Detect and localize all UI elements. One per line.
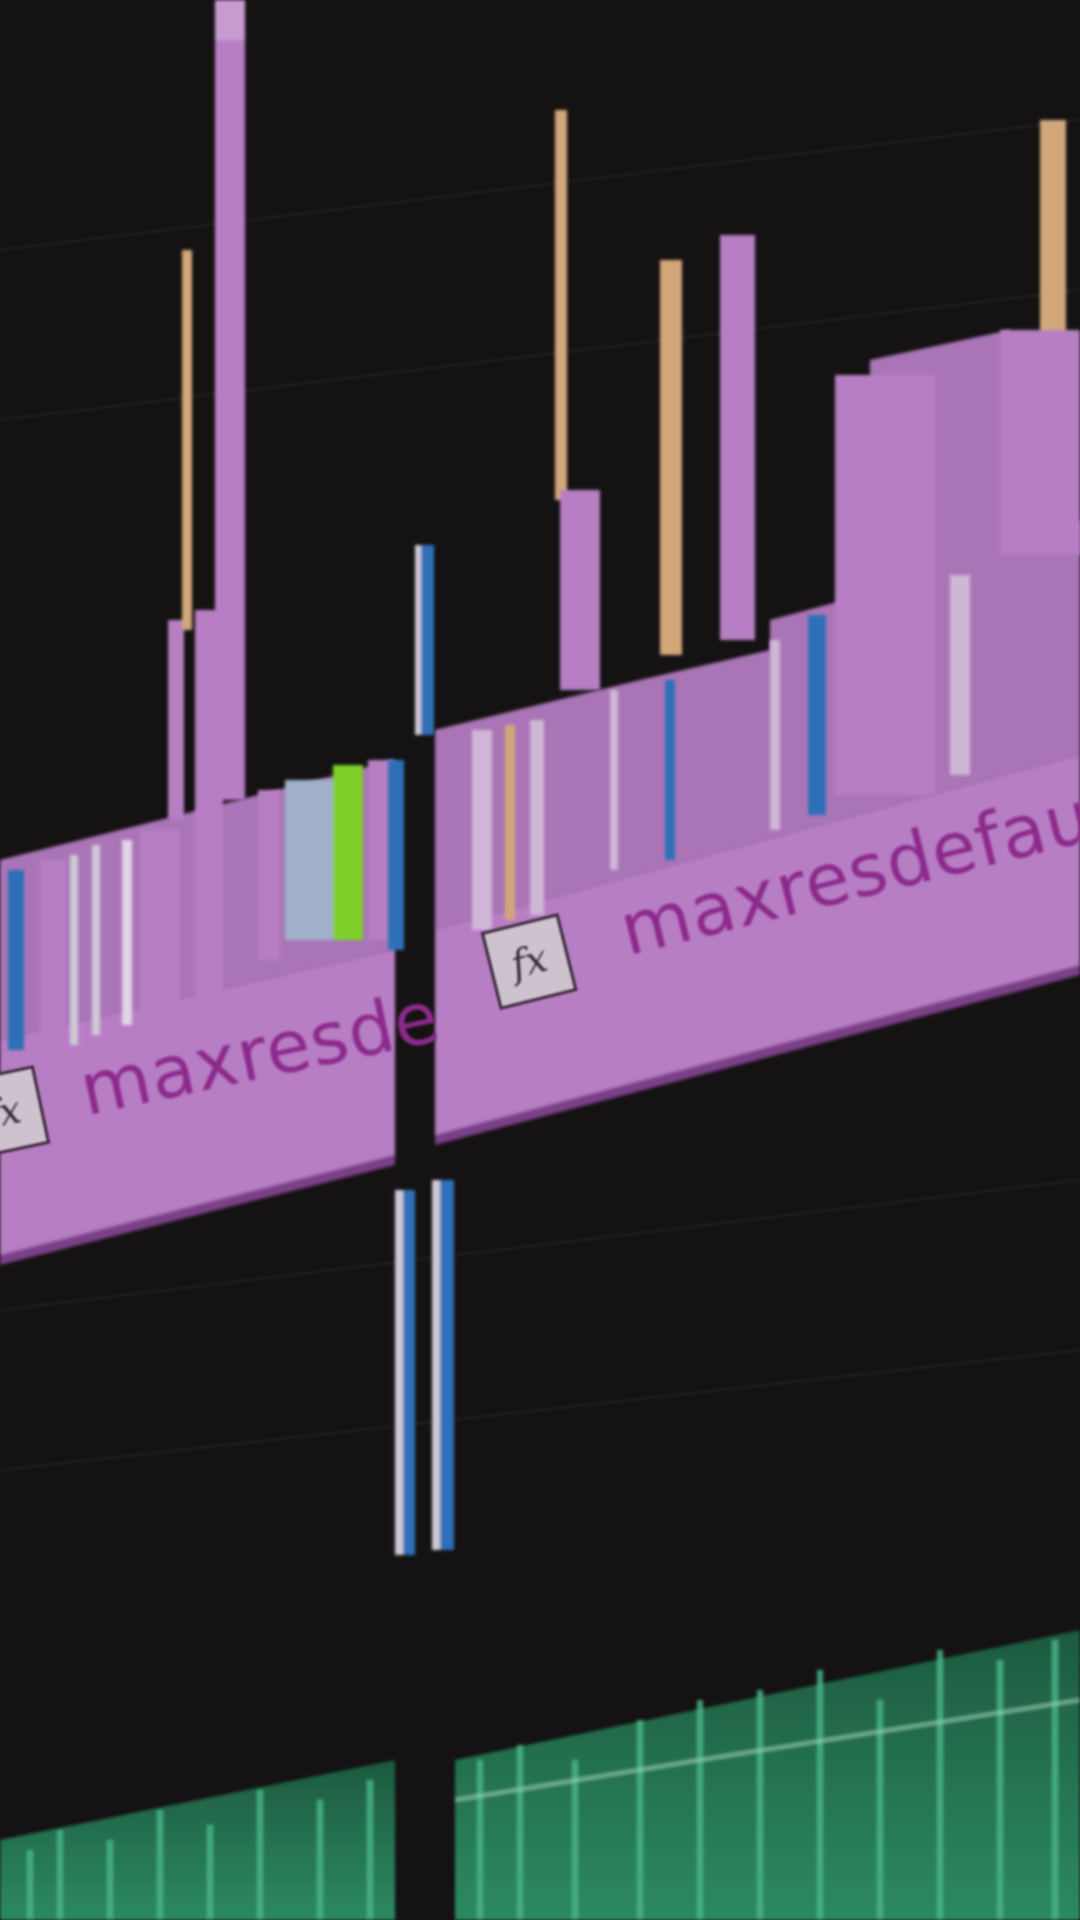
timeline-panel: fx maxresde fx maxresdefau <box>0 0 1080 1920</box>
audio-waveform-track <box>0 1630 1080 1920</box>
clip-slices-left <box>8 0 394 1050</box>
